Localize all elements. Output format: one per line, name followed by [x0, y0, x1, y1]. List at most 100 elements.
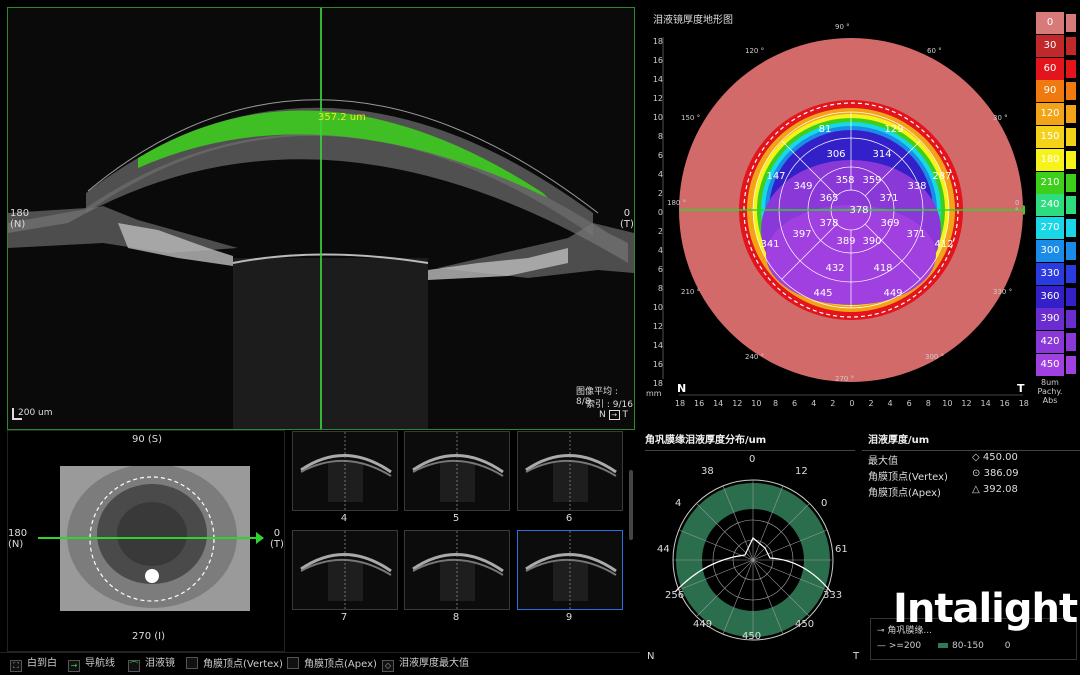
thumbnail-number: 4 [340, 513, 348, 524]
topo-angle-label: 0 ° [1015, 199, 1020, 215]
toolbar-white-to-white-toggle[interactable]: ⛶ 白到白 [10, 657, 57, 672]
oct-left-angle: 180 [10, 208, 30, 219]
scale-swatch: 180 [1036, 148, 1064, 171]
thumb-scrollbar[interactable] [629, 470, 633, 540]
ring-label: 38 [701, 466, 714, 477]
topo-x-tick: 16 [694, 399, 705, 408]
white-to-white-checkbox-icon: ⛶ [10, 660, 22, 672]
stat-label: 角膜顶点(Vertex) [868, 472, 948, 483]
topo-angle-label: 120 ° [745, 47, 765, 55]
toolbar-vertex-toggle[interactable]: 角膜顶点(Vertex) [186, 657, 283, 671]
topo-y-tick: 8 [657, 132, 663, 141]
topo-n-label: N [677, 382, 687, 395]
thumbnail-number: 6 [565, 513, 573, 524]
topo-y-tick: 8 [657, 284, 663, 293]
tear-thickness-stats: 泪液厚度/um 最大值 ◇ 450.00 角膜顶点(Vertex) ⊙ 386.09 角… [862, 432, 1080, 612]
oct-left-dir: (N) [10, 219, 26, 230]
topo-value: 358 [835, 175, 855, 186]
topo-x-tick: 8 [925, 399, 931, 408]
fundus-view[interactable]: 90 (S) 270 (I) 180 (N) 0 (T) [7, 430, 285, 652]
scale-footer: 8um Pachy. Abs [1036, 378, 1064, 405]
navigation-line[interactable] [38, 537, 263, 539]
topo-value: 349 [793, 181, 813, 192]
topo-angle-label: 90 ° [835, 23, 850, 31]
topo-y-tick: 6 [657, 265, 663, 274]
thumbnail-2[interactable] [517, 431, 623, 511]
topo-value: 418 [873, 263, 893, 274]
thumbnail-5[interactable] [517, 530, 623, 610]
tear-thickness-topography: 泪液镜厚度地形图 18 16 14 12 10 8 6 4 2 0 2 4 6 8 10 12 14 16 18 18… [645, 7, 1029, 417]
stats-title: 泪液厚度/um [862, 432, 1080, 451]
thickness-measurement: 357.2 um [318, 112, 366, 123]
scale-swatch: 300 [1036, 240, 1064, 262]
topo-x-tick: 2 [868, 399, 874, 408]
scale-side-bar [1066, 82, 1076, 101]
topo-angle-label: 240 ° [745, 353, 765, 361]
fundus-right-dir: (T) [270, 539, 284, 550]
thumbnail-0[interactable] [292, 431, 398, 511]
oct-right-label: 0 (T) [620, 208, 634, 230]
topo-y-tick: 12 [652, 322, 663, 331]
apex-checkbox-icon [287, 657, 299, 669]
thumbnail-strip: 4 5 6 7 8 9 [292, 430, 633, 650]
topo-angle-label: 180 ° [667, 199, 687, 207]
fundus-left-angle: 180 [8, 528, 28, 539]
scale-type: Pachy. [1037, 387, 1063, 396]
thumbnail-image [405, 531, 509, 609]
scale-side-bar [1066, 59, 1076, 78]
topo-angle-label: 210 ° [681, 288, 701, 296]
scale-side-bar [1066, 150, 1076, 169]
limbal-tear-thickness-panel: 角巩膜缘泪液厚度分布/um 0 12 0 61 333 450 450 449 256 44 4 38… [645, 432, 859, 667]
thumbnail-number: 5 [452, 513, 460, 524]
flip-icon: → [608, 410, 620, 420]
scale-swatch: 150 [1036, 126, 1064, 148]
topo-y-tick: 18 [652, 37, 663, 46]
toolbar-tear-lens-toggle[interactable]: ⌒ 泪液镜 [128, 657, 175, 672]
topo-x-tick: 12 [732, 399, 743, 408]
topo-y-tick: 4 [657, 246, 663, 255]
scale-side-bar [1066, 264, 1076, 283]
thumbnail-3[interactable] [292, 530, 398, 610]
thumbnail-4[interactable] [404, 530, 510, 610]
topo-y-tick: 14 [652, 75, 663, 84]
thumbnail-1[interactable] [404, 431, 510, 511]
nt-flip-toggle[interactable]: N → T [599, 410, 628, 420]
topo-x-tick: 12 [961, 399, 972, 408]
nt-n: N [599, 410, 606, 420]
thumbnail-number: 7 [340, 612, 348, 623]
thumbnail-number: 9 [565, 612, 573, 623]
topo-y-tick: 2 [657, 189, 663, 198]
brand-logo: Intalight [893, 586, 1078, 632]
oct-left-label: 180 (N) [10, 208, 29, 230]
scale-swatch: 420 [1036, 331, 1064, 354]
oct-bscan-view[interactable]: 357.2 um 180 (N) 0 (T) 200 um 图像平均 : 8/8… [7, 7, 635, 430]
topo-value: 412 [934, 239, 954, 250]
legend-row2b: 80-150 [952, 641, 984, 651]
legend-row2: — >=200 80-150 0 [877, 641, 1011, 651]
fundus-left-dir: (N) [8, 539, 24, 550]
ring-n-label: N [647, 651, 655, 662]
toolbar-navigation-line-toggle[interactable]: → 导航线 [68, 657, 115, 672]
toolbar-max-thickness-toggle[interactable]: ◇ 泪液厚度最大值 [382, 657, 469, 672]
scale-swatch: 0 [1036, 12, 1064, 34]
topo-y-tick: 10 [652, 303, 663, 312]
toolbar-label: 泪液厚度最大值 [399, 658, 469, 669]
stat-symbol-icon: ⊙ [972, 468, 981, 479]
vertex-checkbox-icon [186, 657, 198, 669]
stat-label: 最大值 [868, 456, 898, 467]
topo-y-tick: 6 [657, 151, 663, 160]
topo-value: 390 [862, 236, 882, 247]
scale-side-bar [1066, 173, 1076, 192]
topo-angle-label: 150 ° [681, 114, 701, 122]
scale-side-bar [1066, 36, 1076, 55]
topo-x-tick: 18 [674, 399, 686, 408]
thumbnail-image [518, 531, 622, 609]
topo-angle-label: 60 ° [927, 47, 942, 55]
topo-x-tick: 4 [887, 399, 893, 408]
stat-symbol-icon: ◇ [972, 452, 980, 463]
toolbar-apex-toggle[interactable]: 角膜顶点(Apex) [287, 657, 377, 671]
topo-y-tick: 12 [652, 94, 663, 103]
scale-side-bar [1066, 242, 1076, 260]
topo-value: 445 [813, 288, 833, 299]
oct-image [8, 8, 634, 429]
